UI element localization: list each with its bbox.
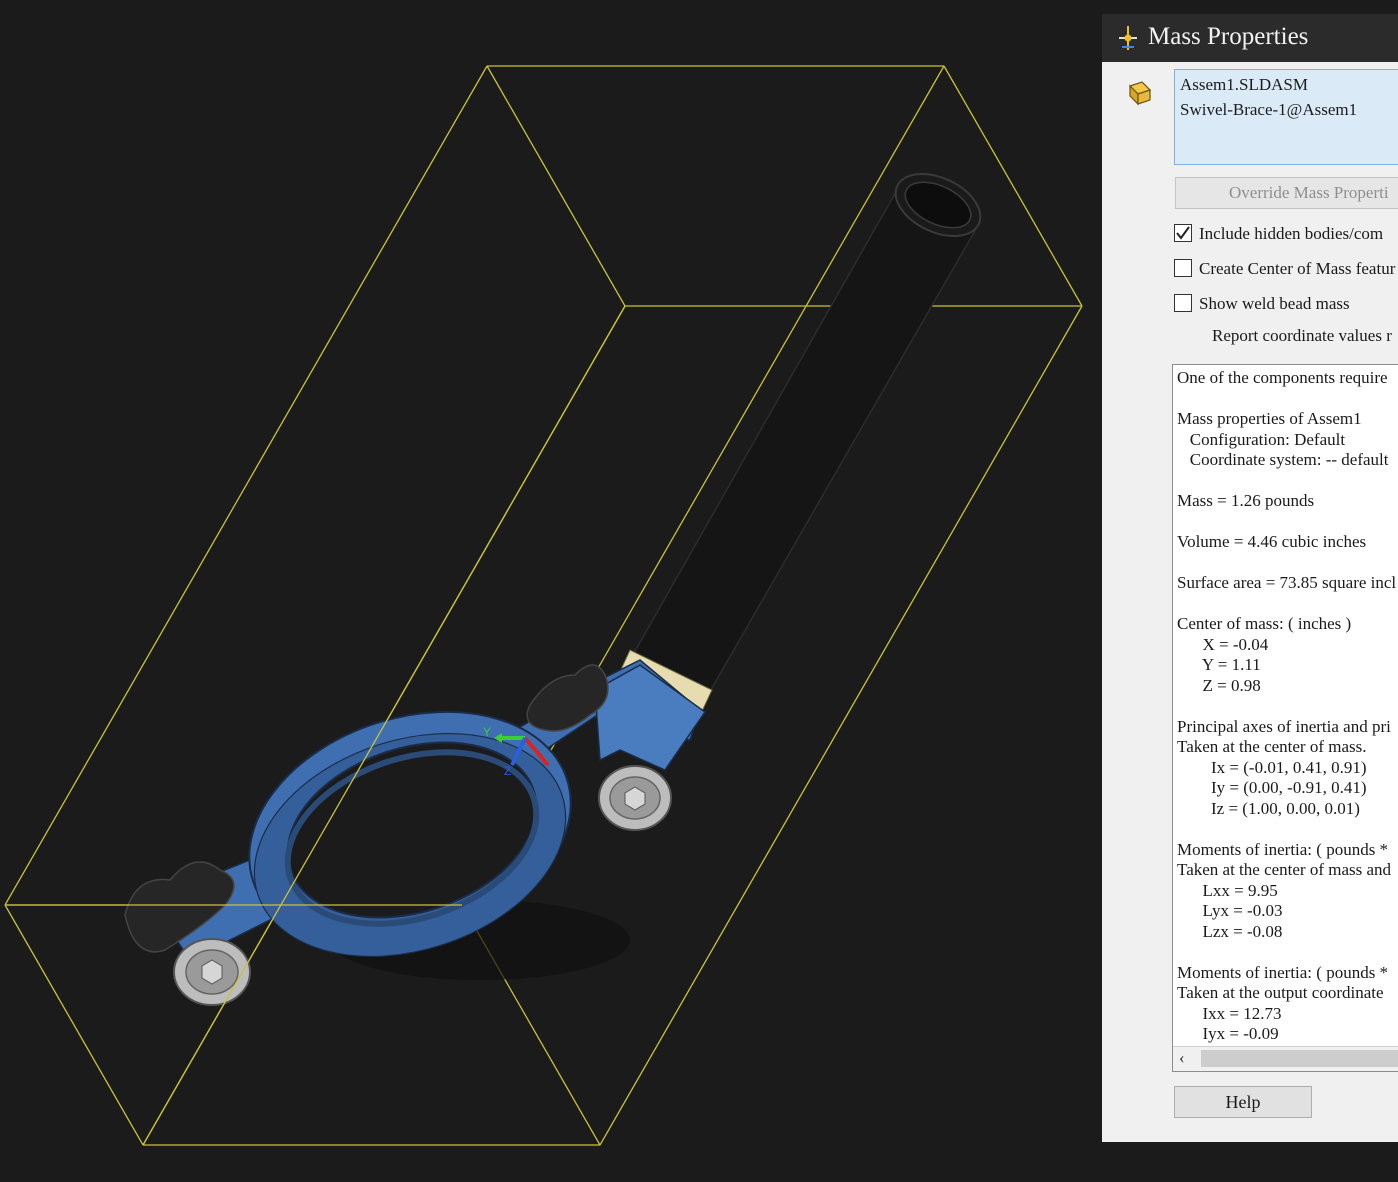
show-weld-bead-mass-checkbox[interactable]: [1174, 294, 1192, 312]
checkmark-icon: [1176, 226, 1190, 240]
results-panel[interactable]: One of the components require Mass prope…: [1172, 364, 1398, 1072]
include-hidden-label: Include hidden bodies/com: [1199, 224, 1384, 243]
tube: [615, 173, 982, 723]
results-text: One of the components require Mass prope…: [1177, 368, 1397, 1043]
scrollbar-thumb[interactable]: [1201, 1050, 1398, 1067]
scroll-left-icon[interactable]: ‹: [1179, 1048, 1185, 1068]
mass-properties-icon: [1116, 25, 1140, 56]
list-item[interactable]: Swivel-Brace-1@Assem1: [1180, 97, 1398, 122]
create-center-of-mass-checkbox[interactable]: [1174, 259, 1192, 277]
report-coordinate-note: Report coordinate values r: [1212, 326, 1392, 345]
selected-items-list[interactable]: Assem1.SLDASM Swivel-Brace-1@Assem1: [1174, 69, 1398, 165]
show-weld-bead-mass-label: Show weld bead mass: [1199, 294, 1350, 313]
assembly-component-icon: [1124, 78, 1154, 113]
list-item[interactable]: Assem1.SLDASM: [1180, 72, 1398, 97]
horizontal-scrollbar[interactable]: ‹: [1173, 1046, 1398, 1071]
create-center-of-mass-label: Create Center of Mass featur: [1199, 259, 1396, 278]
include-hidden-checkbox[interactable]: [1174, 224, 1192, 242]
dialog-title: Mass Properties: [1148, 23, 1309, 50]
dialog-titlebar[interactable]: Mass Properties: [1102, 14, 1398, 62]
mass-properties-dialog: Mass Properties Assem1.SLDASM Swivel-Bra…: [1102, 14, 1398, 1142]
help-button[interactable]: Help: [1174, 1086, 1312, 1118]
triad-y-label: Y: [483, 725, 491, 739]
triad-z-label: Z: [504, 764, 511, 778]
model-scene: Y Z: [4, 65, 1083, 1146]
graphics-viewport[interactable]: Y Z: [0, 0, 1100, 1182]
override-mass-properties-button[interactable]: Override Mass Properti: [1175, 177, 1398, 209]
